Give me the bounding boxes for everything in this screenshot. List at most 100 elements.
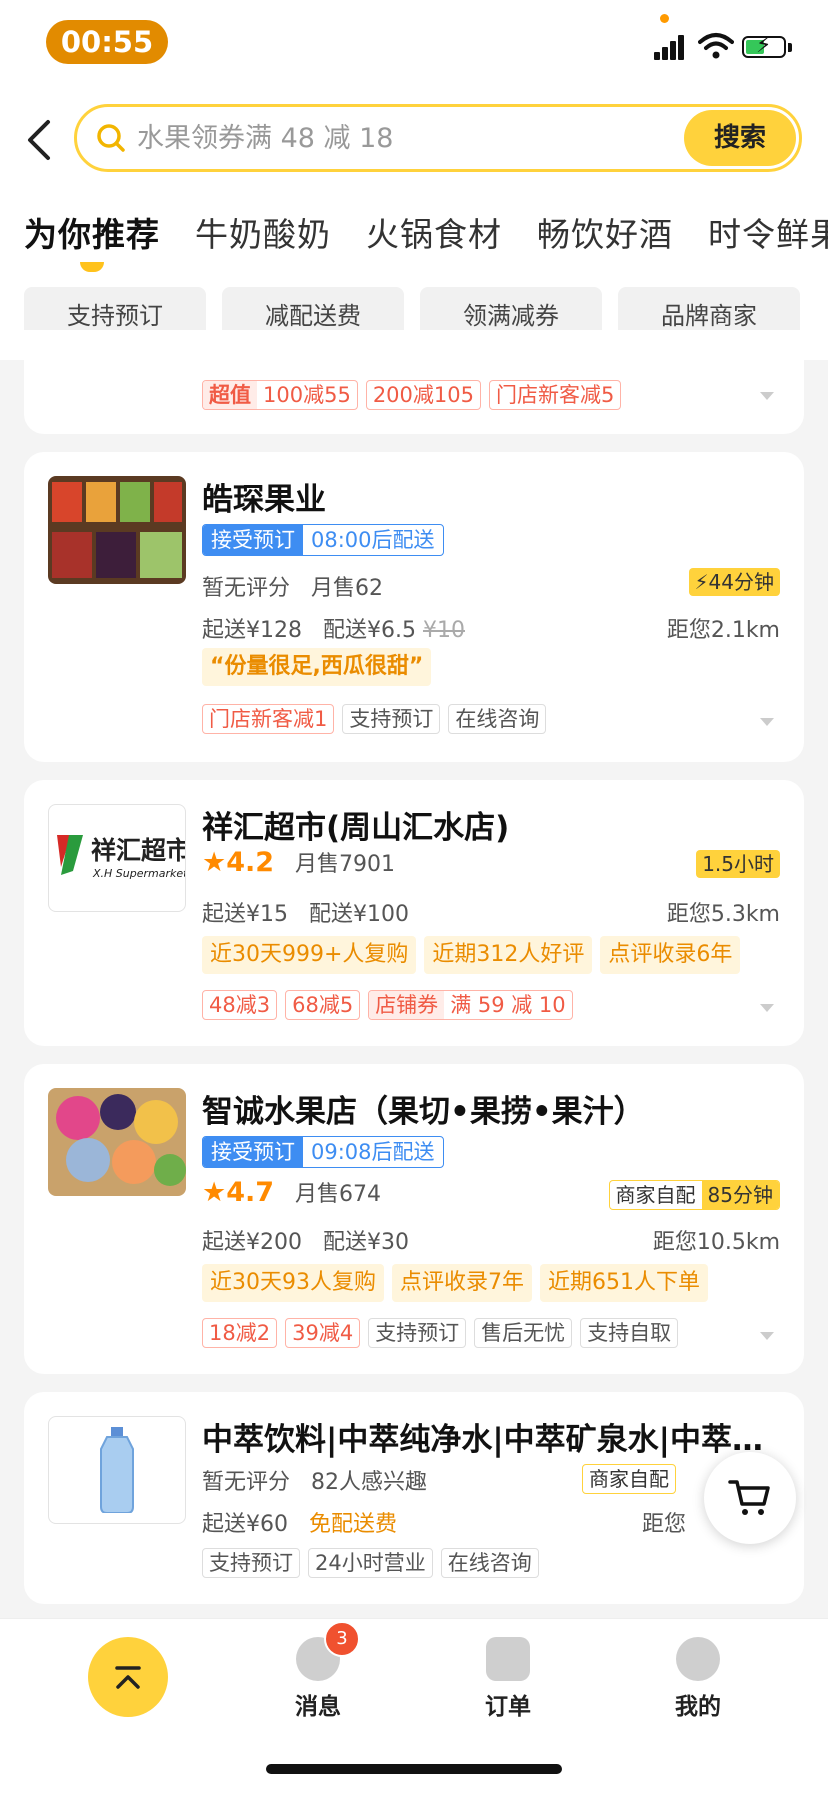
tab-profile[interactable]: 我的 (658, 1637, 738, 1721)
highlights-row: 近30天93人复购 点评收录7年 近期651人下单 (202, 1264, 716, 1302)
cart-icon (728, 1480, 770, 1515)
store-tags: 48减3 68减5 店铺券满 59 减 10 (202, 990, 581, 1020)
shop-coupon-tag: 店铺券满 59 减 10 (368, 990, 573, 1020)
message-icon: 3 (296, 1621, 360, 1681)
promo-tag: 48减3 (202, 990, 278, 1020)
tab-hotpot[interactable]: 火锅食材 (366, 208, 502, 256)
expand-chevron-icon[interactable] (760, 1332, 774, 1340)
service-tag: 支持预订 (202, 1548, 300, 1578)
promo-tag: 门店新客减1 (202, 704, 335, 734)
store-card-partial[interactable]: 超值 100减55 200减105 门店新客减5 (24, 330, 804, 434)
store-tags: 支持预订 24小时营业 在线咨询 (202, 1548, 547, 1578)
tab-fruit[interactable]: 时令鲜果 (708, 208, 828, 256)
store-card[interactable]: 智诚水果店（果切•果捞•果汁） 接受预订 09:08后配送 ★4.7 月售674 … (24, 1064, 804, 1374)
promo-tag: 超值 100减55 (202, 380, 358, 410)
expand-chevron-icon[interactable] (760, 718, 774, 726)
distance: 距您5.3km (666, 902, 780, 927)
service-tag: 在线咨询 (440, 1548, 539, 1578)
service-tag: 支持预订 (368, 1318, 467, 1348)
store-thumbnail (48, 476, 186, 584)
search-input[interactable] (137, 107, 657, 169)
review-quote: “份量很足,西瓜很甜” (202, 648, 432, 686)
distance: 距您 (641, 1512, 686, 1537)
tab-recommended[interactable]: 为你推荐 (24, 208, 160, 256)
home-button[interactable] (88, 1637, 168, 1717)
service-tag: 在线咨询 (448, 704, 547, 734)
status-time: 00:55 (46, 20, 168, 64)
highlight-chip: 点评收录7年 (392, 1264, 532, 1302)
message-badge: 3 (324, 1621, 360, 1657)
search-bar[interactable]: 搜索 (74, 104, 802, 172)
delivery-time: ⚡44分钟 (688, 568, 780, 596)
rating-sales-row: 暂无评分 82人感兴趣 (202, 1470, 427, 1495)
star-icon: ★ (202, 847, 227, 878)
delivery-time: 1.5小时 (696, 850, 780, 878)
service-tag: 支持预订 (342, 704, 441, 734)
promo-tag: 200减105 (365, 380, 481, 410)
service-tag: 售后无忧 (474, 1318, 573, 1348)
preorder-row: 接受预订 08:00后配送 (202, 524, 444, 556)
rating-sales-row: ★4.2 月售7901 (202, 847, 396, 878)
store-logo: 祥汇超市 X.H Supermarket (48, 804, 186, 912)
search-icon (97, 124, 125, 152)
store-name: 中萃饮料|中萃纯净水|中萃矿泉水|中萃… (202, 1422, 763, 1458)
highlights-row: 近30天999+人复购 近期312人好评 点评收录6年 (202, 936, 748, 974)
preorder-badge: 接受预订 08:00后配送 (202, 524, 444, 556)
service-tag: 24小时营业 (308, 1548, 433, 1578)
store-tags: 18减2 39减4 支持预订 售后无忧 支持自取 (202, 1318, 686, 1348)
tab-messages[interactable]: 3 消息 (278, 1621, 360, 1721)
fee-row: 起送¥15 配送¥100 (202, 902, 409, 927)
rating-sales-row: 暂无评分 月售62 (202, 576, 383, 601)
store-thumbnail (48, 1416, 186, 1524)
promo-tag: 18减2 (202, 1318, 278, 1348)
preorder-row: 接受预订 09:08后配送 (202, 1136, 444, 1168)
home-indicator (266, 1764, 562, 1774)
store-thumbnail (48, 1088, 186, 1196)
store-card[interactable]: 皓琛果业 接受预订 08:00后配送 暂无评分 月售62 ⚡44分钟 起送¥128… (24, 452, 804, 762)
highlight-chip: 近30天93人复购 (202, 1264, 384, 1302)
delivery-info: 商家自配 (582, 1464, 676, 1494)
lightning-icon: ⚡ (694, 570, 709, 594)
profile-icon (676, 1637, 720, 1681)
battery-cap (788, 43, 792, 52)
store-name: 皓琛果业 (202, 482, 326, 518)
expand-chevron-icon[interactable] (760, 1004, 774, 1012)
back-to-top-icon (115, 1666, 141, 1689)
promo-tag: 39减4 (285, 1318, 361, 1348)
distance: 距您2.1km (666, 618, 780, 643)
highlight-chip: 近30天999+人复购 (202, 936, 417, 974)
delivery-info: 商家自配 85分钟 (608, 1180, 780, 1210)
order-icon (486, 1637, 530, 1681)
store-card[interactable]: 中萃饮料|中萃纯净水|中萃矿泉水|中萃… 暂无评分 82人感兴趣 商家自配 起送… (24, 1392, 804, 1604)
promo-tag: 68减5 (285, 990, 361, 1020)
promo-tag: 门店新客减5 (488, 380, 622, 410)
rating-sales-row: ★4.7 月售674 (202, 1177, 382, 1208)
highlight-chip: 近期312人好评 (424, 936, 593, 974)
back-chevron-icon[interactable] (22, 118, 58, 162)
wifi-icon (698, 33, 734, 59)
search-button[interactable]: 搜索 (684, 110, 796, 166)
store-name: 祥汇超市(周山汇水店) (202, 810, 510, 846)
tab-orders[interactable]: 订单 (468, 1637, 548, 1721)
review-row: “份量很足,西瓜很甜” (202, 648, 439, 686)
fee-row: 起送¥200 配送¥30 (202, 1230, 409, 1255)
star-icon: ★ (202, 1177, 227, 1208)
preorder-badge: 接受预订 09:08后配送 (202, 1136, 444, 1168)
store-name: 智诚水果店（果切•果捞•果汁） (202, 1094, 645, 1130)
fee-row: 起送¥128 配送¥6.5 ¥10 (202, 618, 465, 643)
tab-drinks[interactable]: 畅饮好酒 (537, 208, 673, 256)
highlight-chip: 点评收录6年 (600, 936, 741, 974)
store-logo-mark (57, 835, 83, 875)
fee-row: 起送¥60 免配送费 (202, 1512, 397, 1537)
privacy-indicator-icon (660, 14, 669, 23)
water-bottle-icon (100, 1427, 134, 1513)
expand-chevron-icon[interactable] (760, 392, 774, 400)
tab-milk-yogurt[interactable]: 牛奶酸奶 (195, 208, 331, 256)
category-tabs: 为你推荐 牛奶酸奶 火锅食材 畅饮好酒 时令鲜果 (0, 208, 828, 268)
cellular-signal-icon (654, 34, 688, 60)
promo-tags: 超值 100减55 200减105 门店新客减5 (202, 380, 629, 410)
highlight-chip: 近期651人下单 (540, 1264, 708, 1302)
store-card[interactable]: 祥汇超市 X.H Supermarket 祥汇超市(周山汇水店) ★4.2 月售… (24, 780, 804, 1046)
cart-button[interactable] (704, 1452, 796, 1544)
store-tags: 门店新客减1 支持预订 在线咨询 (202, 704, 554, 734)
